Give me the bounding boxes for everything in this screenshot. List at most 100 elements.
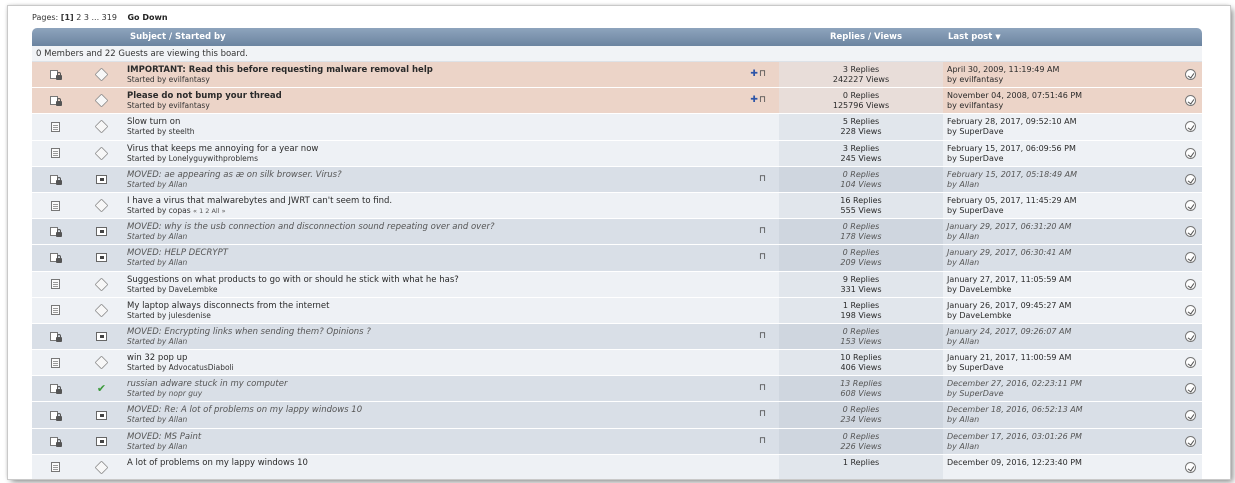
tag-icon <box>94 460 109 475</box>
last-post-author[interactable]: by SuperDave <box>947 127 1178 137</box>
topic-title-link[interactable]: My laptop always disconnects from the in… <box>127 301 779 311</box>
started-by[interactable]: Started by DaveLembke <box>127 285 218 294</box>
last-post-date[interactable]: April 30, 2009, 11:19:49 AM <box>947 65 1178 75</box>
topic-title-link[interactable]: MOVED: HELP DECRYPT <box>127 248 779 258</box>
started-by[interactable]: Started by steelth <box>127 127 195 136</box>
last-post-icon[interactable] <box>1184 252 1196 264</box>
topic-title-link[interactable]: MOVED: Re: A lot of problems on my lappy… <box>127 405 779 415</box>
topic-title-link[interactable]: MOVED: ae appearing as æ on silk browser… <box>127 170 779 180</box>
last-post-date[interactable]: December 27, 2016, 02:23:11 PM <box>947 379 1178 389</box>
subject-cell: russian adware stuck in my computer Start… <box>124 376 779 402</box>
subject-cell: Please do not bump your thread Started by… <box>124 88 779 114</box>
last-post-author[interactable]: by Allan <box>947 180 1178 190</box>
replies-views-cell: 16 Replies 555 Views <box>779 192 943 219</box>
topic-title-link[interactable]: Virus that keeps me annoying for a year … <box>127 144 779 154</box>
topic-starter: Started by Lonelyguywithproblems <box>127 154 779 164</box>
moved-icon <box>96 174 107 184</box>
replies-views-cell: 0 Replies 178 Views <box>779 219 943 245</box>
topic-title-link[interactable]: A lot of problems on my lappy windows 10 <box>127 458 779 468</box>
started-by[interactable]: Started by Allan <box>127 337 187 346</box>
started-by[interactable]: Started by AdvocatusDiaboli <box>127 363 234 372</box>
topic-title-link[interactable]: Please do not bump your thread <box>127 91 779 101</box>
last-post-author[interactable]: by Allan <box>947 442 1178 452</box>
last-post-icon[interactable] <box>1184 147 1196 159</box>
last-post-author[interactable]: by Allan <box>947 337 1178 347</box>
last-post-icon[interactable] <box>1184 69 1196 81</box>
hot-locked-topic-icon <box>49 95 62 107</box>
last-post-date[interactable]: January 29, 2017, 06:31:20 AM <box>947 222 1178 232</box>
last-post-icon[interactable] <box>1184 95 1196 107</box>
last-post-date[interactable]: December 17, 2016, 03:01:26 PM <box>947 432 1178 442</box>
started-by[interactable]: Started by evilfantasy <box>127 101 210 110</box>
last-post-date[interactable]: January 29, 2017, 06:30:41 AM <box>947 248 1178 258</box>
started-by[interactable]: Started by Allan <box>127 258 187 267</box>
topic-page-links[interactable]: « 1 2 All » <box>193 207 226 215</box>
started-by[interactable]: Started by evilfantasy <box>127 75 210 84</box>
last-post-date[interactable]: December 09, 2016, 12:23:40 PM <box>947 458 1178 468</box>
last-post-icon[interactable] <box>1184 278 1196 290</box>
last-post-icon[interactable] <box>1184 435 1196 447</box>
go-down-link[interactable]: Go Down <box>127 13 167 22</box>
last-post-icon[interactable] <box>1184 357 1196 369</box>
topic-title-link[interactable]: Slow turn on <box>127 117 779 127</box>
topic-title-link[interactable]: Suggestions on what products to go with … <box>127 275 779 285</box>
last-post-date[interactable]: November 04, 2008, 07:51:46 PM <box>947 91 1178 101</box>
last-post-label[interactable]: Last post <box>948 32 992 42</box>
last-post-date[interactable]: January 27, 2017, 11:05:59 AM <box>947 275 1178 285</box>
last-post-date[interactable]: February 28, 2017, 09:52:10 AM <box>947 117 1178 127</box>
topic-title-link[interactable]: I have a virus that malwarebytes and JWR… <box>127 196 779 206</box>
topic-title-link[interactable]: russian adware stuck in my computer <box>127 379 779 389</box>
last-post-author[interactable]: by SuperDave <box>947 206 1178 216</box>
topic-type-cell <box>32 219 79 245</box>
last-post-icon[interactable] <box>1184 383 1196 395</box>
started-by[interactable]: Started by copas <box>127 206 191 215</box>
topic-icon <box>51 121 60 132</box>
last-post-author[interactable]: by evilfantasy <box>947 75 1178 85</box>
started-by[interactable]: Started by Allan <box>127 232 187 241</box>
reply-count: 1 Replies <box>842 300 880 310</box>
last-post-icon[interactable] <box>1184 173 1196 185</box>
topic-status-cell <box>79 350 124 376</box>
caret-down-icon[interactable]: ▼ <box>995 33 1000 41</box>
last-post-date[interactable]: February 15, 2017, 05:18:49 AM <box>947 170 1178 180</box>
started-by[interactable]: Started by Allan <box>127 180 187 189</box>
topic-title-link[interactable]: MOVED: MS Paint <box>127 432 779 442</box>
last-post-author[interactable]: by DaveLembke <box>947 285 1178 295</box>
last-post-icon[interactable] <box>1184 226 1196 238</box>
last-post-date[interactable]: January 26, 2017, 09:45:27 AM <box>947 301 1178 311</box>
last-post-date[interactable]: January 21, 2017, 11:00:59 AM <box>947 353 1178 363</box>
last-post-date[interactable]: February 05, 2017, 11:45:29 AM <box>947 196 1178 206</box>
started-by[interactable]: Started by Lonelyguywithproblems <box>127 154 258 163</box>
topic-title-link[interactable]: MOVED: why is the usb connection and dis… <box>127 222 779 232</box>
started-by[interactable]: Started by Allan <box>127 442 187 451</box>
replies-views-cell: 1 Replies 198 Views <box>779 297 943 323</box>
started-by[interactable]: Started by julesdenise <box>127 311 211 320</box>
last-post-author[interactable]: by Allan <box>947 415 1178 425</box>
subject-cell: MOVED: why is the usb connection and dis… <box>124 219 779 245</box>
last-post-date[interactable]: January 24, 2017, 09:26:07 AM <box>947 327 1178 337</box>
last-post-icon[interactable] <box>1184 330 1196 342</box>
last-post-author[interactable]: by Allan <box>947 232 1178 242</box>
started-by[interactable]: Started by Allan <box>127 415 187 424</box>
last-post-icon[interactable] <box>1184 304 1196 316</box>
last-post-icon[interactable] <box>1184 121 1196 133</box>
last-post-icon[interactable] <box>1184 200 1196 212</box>
last-post-date[interactable]: December 18, 2016, 06:52:13 AM <box>947 405 1178 415</box>
last-post-author[interactable]: by SuperDave <box>947 389 1178 399</box>
last-post-author[interactable]: by evilfantasy <box>947 101 1178 111</box>
started-by[interactable]: Started by nopr guy <box>127 389 202 398</box>
replies-views-column-header[interactable]: Replies / Views <box>784 32 948 42</box>
last-post-icon[interactable] <box>1184 461 1196 473</box>
last-post-author[interactable]: by Allan <box>947 258 1178 268</box>
last-post-author[interactable]: by SuperDave <box>947 363 1178 373</box>
topic-title-link[interactable]: IMPORTANT: Read this before requesting m… <box>127 65 779 75</box>
topic-title-link[interactable]: MOVED: Encrypting links when sending the… <box>127 327 779 337</box>
last-post-column-header[interactable]: Last post ▼ <box>948 32 1001 42</box>
last-post-author[interactable]: by SuperDave <box>947 154 1178 164</box>
last-post-date[interactable]: February 15, 2017, 06:09:56 PM <box>947 144 1178 154</box>
page-links[interactable]: 2 3 ... 319 <box>76 13 117 22</box>
last-post-author[interactable]: by DaveLembke <box>947 311 1178 321</box>
subject-column-header[interactable]: Subject / Started by <box>32 32 784 42</box>
topic-title-link[interactable]: win 32 pop up <box>127 353 779 363</box>
last-post-icon[interactable] <box>1184 409 1196 421</box>
